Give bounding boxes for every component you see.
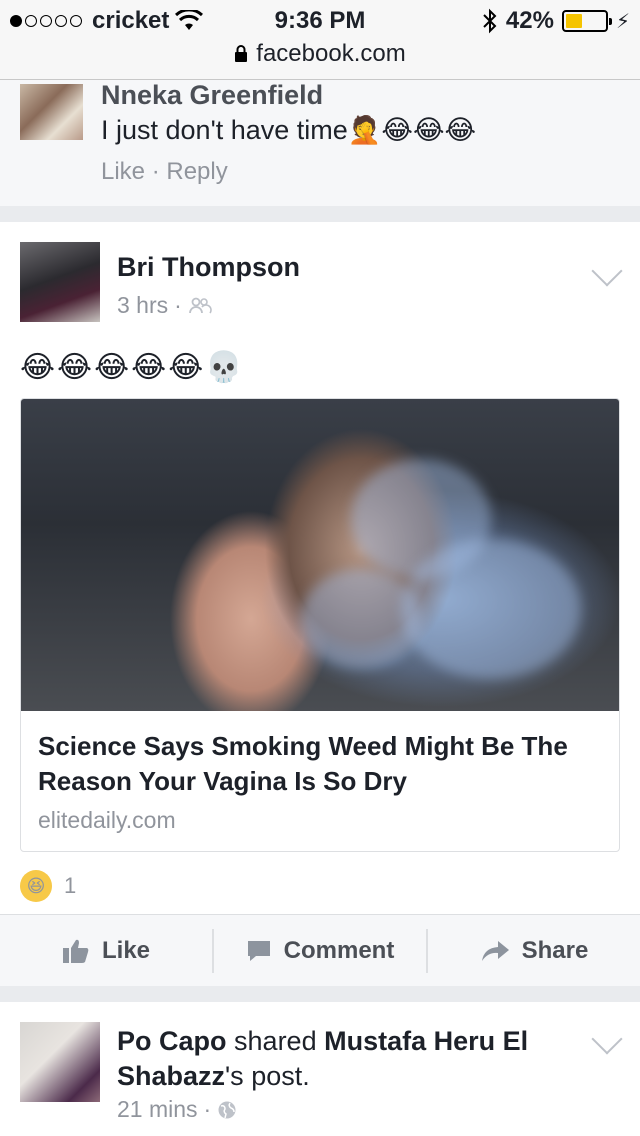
post-time[interactable]: 21 mins xyxy=(117,1096,198,1123)
link-preview-image[interactable] xyxy=(21,399,619,711)
friends-icon xyxy=(188,297,212,313)
share-button[interactable]: Share xyxy=(426,928,640,973)
share-label: Share xyxy=(521,936,589,964)
haha-reaction-icon: 😆 xyxy=(20,870,52,902)
comment-label: Comment xyxy=(283,936,395,964)
globe-icon xyxy=(218,1101,236,1118)
commenter-name[interactable]: Nneka Greenfield xyxy=(101,80,323,111)
bluetooth-icon xyxy=(483,8,497,34)
like-label: Like xyxy=(101,936,151,964)
post-options-chevron-icon[interactable] xyxy=(591,255,623,287)
lock-icon xyxy=(235,45,248,62)
reaction-count: 1 xyxy=(64,873,77,898)
charging-icon: ⚡ xyxy=(615,10,630,33)
share-icon xyxy=(481,940,509,961)
link-domain: elitedaily.com xyxy=(38,807,176,833)
comment-text: I just don't have time🤦😂😂😂 xyxy=(101,114,476,146)
post-text: 😂😂😂😂😂💀 xyxy=(20,351,245,384)
feed-post: Bri Thompson 3 hrs · 😂😂😂😂😂💀 Science Says… xyxy=(0,222,640,986)
author-avatar[interactable] xyxy=(20,242,100,322)
post-options-chevron-icon[interactable] xyxy=(591,1023,623,1055)
thumbs-up-icon xyxy=(62,939,89,963)
post-meta-separator: · xyxy=(174,292,182,318)
battery-icon xyxy=(561,10,612,32)
commenter-avatar[interactable] xyxy=(20,84,83,140)
feed-post-next: Po Capo shared Mustafa Heru El Shabazz's… xyxy=(0,1002,640,1136)
post-meta-separator: · xyxy=(203,1096,212,1122)
comment-like-link[interactable]: Like xyxy=(101,158,145,185)
post-headline: Po Capo shared Mustafa Heru El Shabazz's… xyxy=(117,1024,587,1094)
url-bar[interactable]: facebook.com xyxy=(0,40,640,68)
comment-button[interactable]: Comment xyxy=(212,928,426,973)
battery-fill xyxy=(565,14,582,28)
comment-actions: Like · Reply xyxy=(101,158,228,186)
author-name[interactable]: Po Capo xyxy=(117,1026,227,1056)
comment-body: I just don't have time xyxy=(101,115,348,145)
author-avatar[interactable] xyxy=(20,1022,100,1102)
reactions-summary[interactable]: 😆 1 xyxy=(20,870,76,902)
url-text: facebook.com xyxy=(256,40,406,67)
post-action-bar: Like Comment Share xyxy=(0,914,640,986)
shared-suffix: 's post. xyxy=(225,1061,310,1091)
post-meta: 3 hrs · xyxy=(117,292,212,319)
comment-reply-link[interactable]: Reply xyxy=(166,158,227,185)
link-preview[interactable]: Science Says Smoking Weed Might Be The R… xyxy=(20,398,620,852)
author-name[interactable]: Bri Thompson xyxy=(117,252,300,283)
battery-info: 42% ⚡ xyxy=(482,7,630,35)
comment-icon xyxy=(247,940,270,961)
post-time[interactable]: 3 hrs xyxy=(117,292,168,319)
share-verb: shared xyxy=(234,1026,317,1056)
like-button[interactable]: Like xyxy=(0,929,212,973)
comment: Nneka Greenfield I just don't have time🤦… xyxy=(0,80,640,206)
comment-actions-separator: · xyxy=(151,158,160,185)
link-title[interactable]: Science Says Smoking Weed Might Be The R… xyxy=(38,729,608,799)
battery-percent: 42% xyxy=(505,7,554,34)
comment-emoji: 🤦😂😂😂 xyxy=(347,115,477,145)
post-meta: 21 mins · xyxy=(117,1096,237,1123)
status-bar: cricket 9:36 PM 42% ⚡ facebook.com xyxy=(0,0,640,80)
